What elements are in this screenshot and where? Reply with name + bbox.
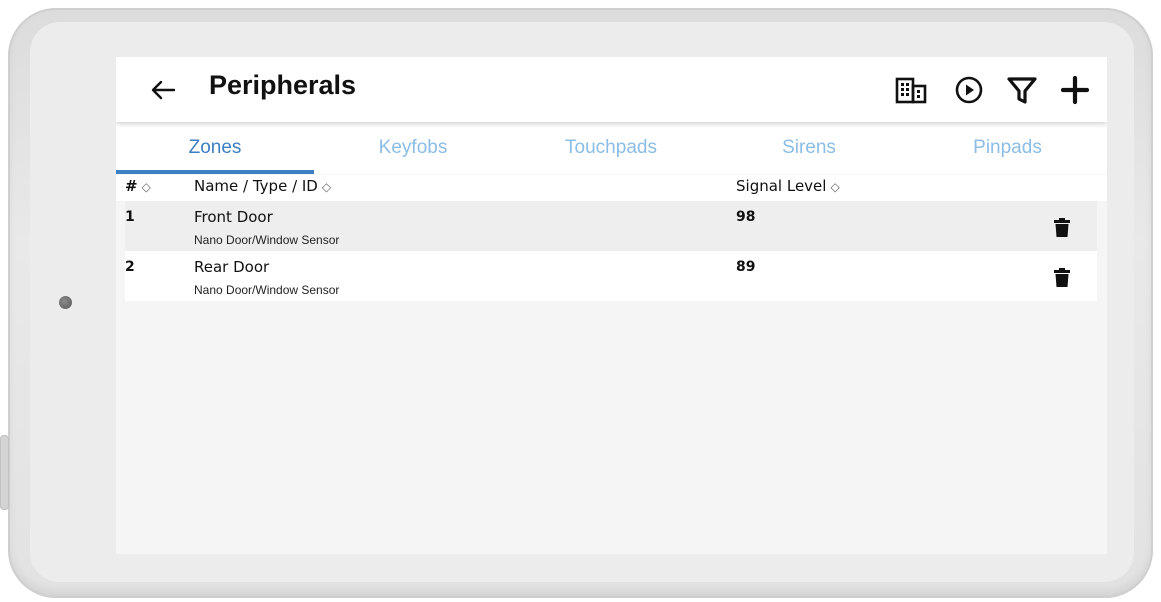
building-icon[interactable] <box>894 75 928 105</box>
column-header-number[interactable]: # ◇ <box>125 177 151 195</box>
tab-sirens[interactable]: Sirens <box>710 122 908 174</box>
arrow-left-icon[interactable] <box>148 75 178 105</box>
sort-icon: ◇ <box>321 180 332 194</box>
active-tab-indicator <box>116 170 314 174</box>
table-row[interactable]: 2 Rear Door Nano Door/Window Sensor 89 <box>125 251 1097 301</box>
trash-icon[interactable] <box>1054 268 1070 287</box>
signal-level: 98 <box>736 209 756 225</box>
trash-icon[interactable] <box>1054 218 1070 237</box>
zone-type: Nano Door/Window Sensor <box>194 233 340 247</box>
table-row[interactable]: 1 Front Door Nano Door/Window Sensor 98 <box>125 201 1097 251</box>
sort-icon: ◇ <box>830 180 840 194</box>
zone-name: Front Door <box>194 208 273 226</box>
camera-icon <box>59 296 72 309</box>
app-screen: Peripherals Zones Keyfobs Touchpads Sire… <box>116 57 1107 554</box>
tab-bar: Zones Keyfobs Touchpads Sirens Pinpads <box>116 122 1107 174</box>
column-header-name[interactable]: Name / Type / ID ◇ <box>194 177 331 195</box>
tab-zones[interactable]: Zones <box>116 122 314 174</box>
table-header: # ◇ Name / Type / ID ◇ Signal Level ◇ <box>116 175 1107 201</box>
sort-icon: ◇ <box>141 180 151 194</box>
zone-name: Rear Door <box>194 258 270 276</box>
plus-icon[interactable] <box>1058 75 1092 105</box>
app-bar: Peripherals <box>116 57 1107 122</box>
tab-keyfobs[interactable]: Keyfobs <box>314 122 512 174</box>
row-number: 1 <box>125 209 135 225</box>
zone-type: Nano Door/Window Sensor <box>194 283 340 297</box>
play-circle-icon[interactable] <box>952 75 986 105</box>
page-title: Peripherals <box>209 70 357 100</box>
tab-pinpads[interactable]: Pinpads <box>908 122 1107 174</box>
row-number: 2 <box>125 259 135 275</box>
tab-touchpads[interactable]: Touchpads <box>512 122 710 174</box>
signal-level: 89 <box>736 259 756 275</box>
filter-icon[interactable] <box>1005 75 1039 105</box>
side-hardware-button <box>0 435 9 510</box>
column-header-signal[interactable]: Signal Level ◇ <box>736 177 840 195</box>
